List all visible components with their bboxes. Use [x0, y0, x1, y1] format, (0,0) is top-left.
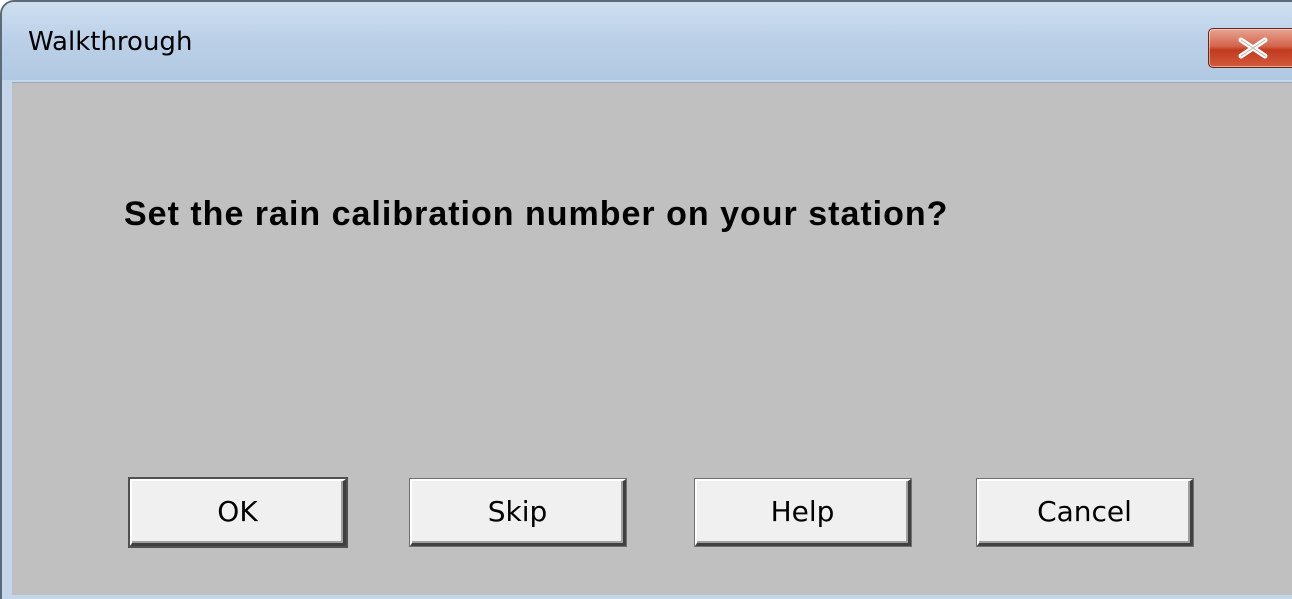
- cancel-button[interactable]: Cancel: [977, 479, 1193, 546]
- walkthrough-window: Walkthrough Set the rain calibration num…: [0, 0, 1292, 599]
- help-button[interactable]: Help: [695, 479, 911, 546]
- dialog-body: Set the rain calibration number on your …: [12, 82, 1292, 595]
- title-bar[interactable]: Walkthrough: [2, 2, 1292, 80]
- window-title: Walkthrough: [28, 27, 193, 57]
- ok-button[interactable]: OK: [130, 479, 346, 546]
- close-x-icon: [1238, 37, 1268, 59]
- prompt-text: Set the rain calibration number on your …: [124, 195, 949, 233]
- skip-button[interactable]: Skip: [410, 479, 626, 546]
- close-button[interactable]: [1208, 28, 1292, 68]
